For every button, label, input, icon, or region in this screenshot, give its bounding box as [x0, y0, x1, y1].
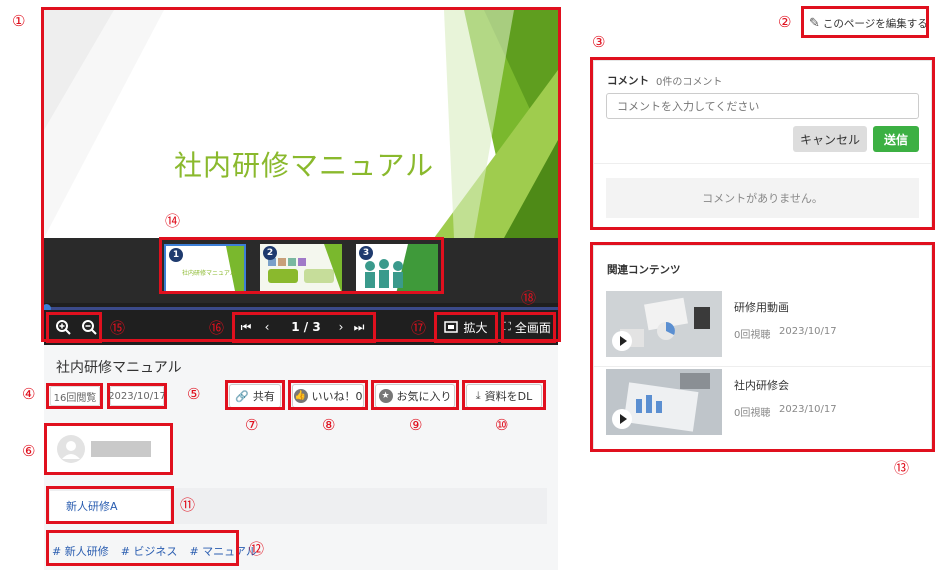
annotation-number-17: ⑰	[411, 319, 427, 337]
annotation-number-11: ⑪	[180, 496, 196, 514]
annotation-box-15	[46, 312, 102, 343]
annotation-box-8	[288, 380, 368, 410]
annotation-box-4b	[107, 383, 167, 409]
annotation-box-2	[801, 6, 929, 38]
annotation-number-10: ⑩	[495, 416, 509, 434]
annotation-number-16: ⑯	[209, 319, 225, 337]
annotation-box-18	[501, 312, 556, 343]
document-title: 社内研修マニュアル	[56, 360, 182, 376]
annotation-number-15: ⑮	[110, 319, 126, 337]
annotation-box-4a	[46, 383, 103, 409]
annotation-number-9: ⑨	[409, 416, 423, 434]
annotation-box-12	[46, 530, 239, 566]
annotation-number-3: ③	[592, 33, 606, 51]
annotation-number-4: ④	[22, 385, 36, 403]
annotation-box-17	[434, 312, 498, 343]
annotation-number-7: ⑦	[245, 416, 259, 434]
annotation-number-8: ⑧	[322, 416, 336, 434]
annotation-number-6: ⑥	[22, 442, 36, 460]
annotation-number-18: ⑱	[521, 289, 537, 307]
annotation-box-7	[225, 380, 285, 410]
annotation-number-12: ⑫	[249, 540, 265, 558]
annotation-box-11	[46, 486, 174, 524]
annotation-number-13: ⑬	[894, 459, 910, 477]
annotation-box-16	[232, 312, 376, 343]
annotation-box-3	[590, 57, 935, 230]
annotation-number-14: ⑭	[165, 212, 181, 230]
annotation-box-13	[590, 242, 935, 452]
annotation-box-9	[371, 380, 459, 410]
annotation-box-6	[44, 423, 173, 475]
annotation-box-14	[159, 237, 444, 294]
annotation-box-10	[462, 380, 546, 410]
annotation-number-5: ⑤	[187, 385, 201, 403]
annotation-number-1: ①	[12, 12, 26, 30]
annotation-number-2: ②	[778, 13, 792, 31]
